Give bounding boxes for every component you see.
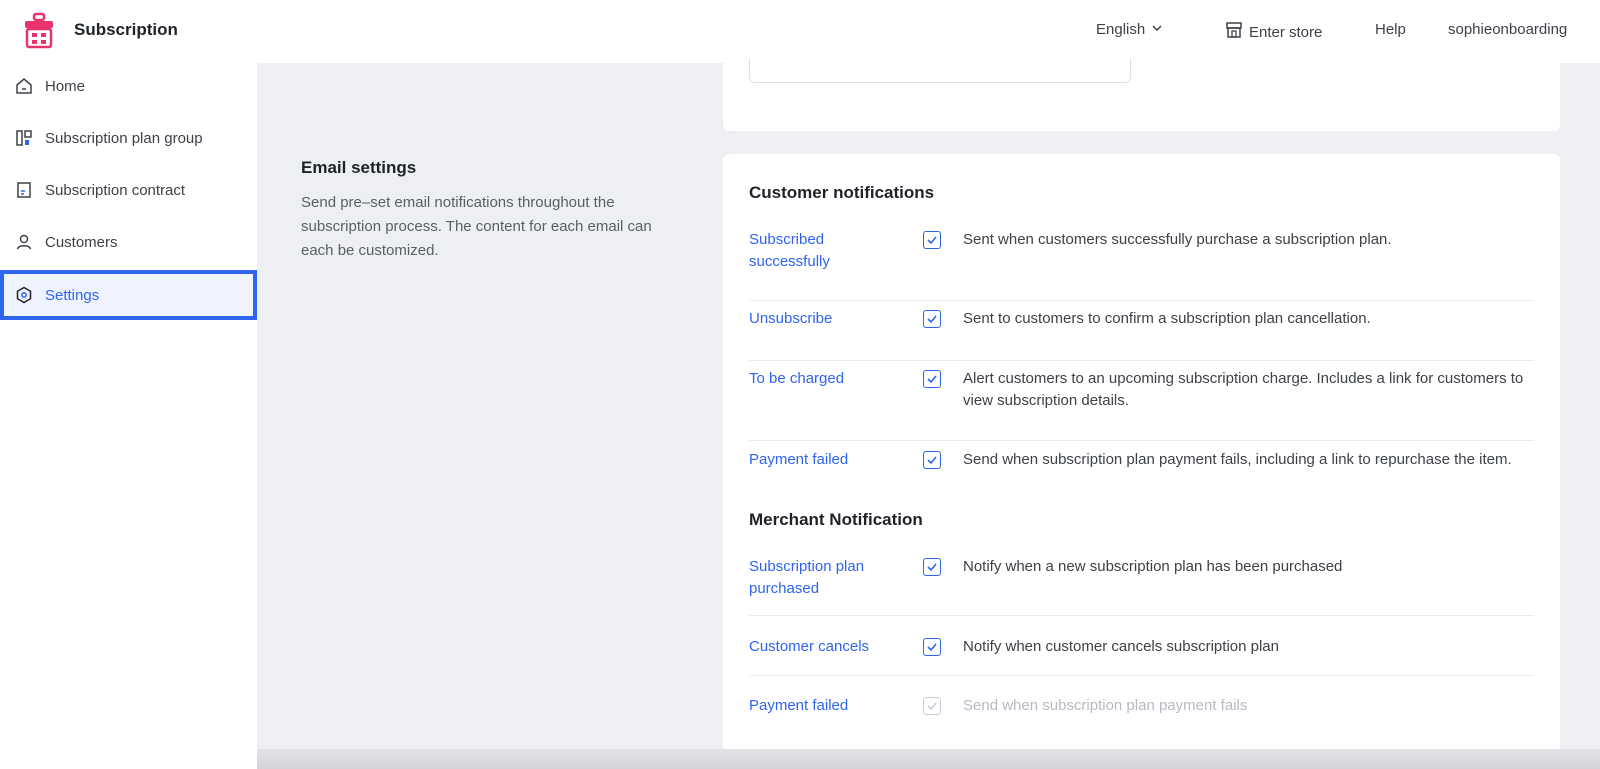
checkmark-icon — [927, 702, 937, 711]
notification-checkbox-disabled — [923, 697, 941, 715]
list-item: To be charged Alert customers to an upco… — [749, 368, 1534, 441]
sidebar-item-home[interactable]: Home — [0, 63, 257, 109]
notification-checkbox[interactable] — [923, 310, 941, 328]
email-settings-card: Customer notifications Subscribed succes… — [723, 154, 1560, 756]
app-logo-icon — [22, 12, 56, 50]
notification-description: Sent when customers successfully purchas… — [963, 231, 1392, 248]
home-icon — [15, 77, 33, 95]
sidebar-item-subscription-plan-group[interactable]: Subscription plan group — [0, 115, 257, 161]
store-icon — [1225, 21, 1243, 43]
sidebar-item-label: Home — [45, 77, 86, 95]
list-item: Customer cancels Notify when customer ca… — [749, 636, 1534, 676]
notification-description: Sent to customers to confirm a subscript… — [963, 310, 1371, 327]
chevron-down-icon — [1151, 21, 1163, 38]
top-header: Subscription English Enter store Help so… — [0, 0, 1600, 63]
list-item: Unsubscribe Sent to customers to confirm… — [749, 308, 1534, 361]
contract-icon — [15, 181, 33, 199]
bottom-shadow — [257, 749, 1600, 769]
customer-notifications-title: Customer notifications — [749, 183, 935, 202]
merchant-notifications-title: Merchant Notification — [749, 510, 923, 529]
checkmark-icon — [927, 456, 937, 465]
user-menu[interactable]: sophieonboarding — [1448, 21, 1567, 38]
user-icon — [15, 233, 33, 251]
notification-description: Send when subscription plan payment fail… — [963, 451, 1512, 468]
list-item: Subscription plan purchased Notify when … — [749, 556, 1534, 616]
list-item: Subscribed successfully Sent when custom… — [749, 229, 1534, 301]
notification-checkbox[interactable] — [923, 558, 941, 576]
list-item: Payment failed Send when subscription pl… — [749, 449, 1534, 499]
notification-link[interactable]: Customer cancels — [749, 636, 899, 658]
previous-settings-card — [723, 59, 1560, 131]
list-item: Payment failed Send when subscription pl… — [749, 695, 1534, 725]
email-settings-title: Email settings — [301, 158, 417, 177]
notification-checkbox[interactable] — [923, 638, 941, 656]
notification-link[interactable]: Subscribed successfully — [749, 229, 899, 273]
notification-link[interactable]: Unsubscribe — [749, 308, 899, 330]
enter-store-label: Enter store — [1249, 23, 1323, 41]
notification-checkbox[interactable] — [923, 231, 941, 249]
enter-store-link[interactable]: Enter store — [1225, 21, 1322, 43]
checkmark-icon — [927, 375, 937, 384]
notification-link[interactable]: Subscription plan purchased — [749, 556, 899, 600]
sidebar-item-subscription-contract[interactable]: Subscription contract — [0, 167, 257, 213]
sidebar-item-customers[interactable]: Customers — [0, 219, 257, 265]
sidebar-item-label: Settings — [45, 286, 100, 304]
checkmark-icon — [927, 563, 937, 572]
language-selector[interactable]: English — [1096, 21, 1163, 38]
previous-input-field[interactable] — [749, 59, 1131, 83]
checkmark-icon — [927, 643, 937, 652]
checkmark-icon — [927, 315, 937, 324]
notification-checkbox[interactable] — [923, 370, 941, 388]
sidebar-item-label: Customers — [45, 233, 118, 251]
settings-icon — [15, 286, 33, 304]
notification-link[interactable]: Payment failed — [749, 449, 899, 471]
main-content: Email settings Send pre–set email notifi… — [257, 59, 1600, 769]
sidebar-item-settings[interactable]: Settings — [0, 270, 257, 320]
sidebar-item-label: Subscription contract — [45, 181, 186, 199]
app-title: Subscription — [74, 20, 178, 39]
notification-description: Notify when a new subscription plan has … — [963, 558, 1343, 575]
notification-description: Notify when customer cancels subscriptio… — [963, 638, 1279, 655]
notification-link[interactable]: To be charged — [749, 368, 899, 390]
checkmark-icon — [927, 236, 937, 245]
language-label: English — [1096, 21, 1146, 38]
sidebar-item-label: Subscription plan group — [45, 129, 203, 147]
notification-link[interactable]: Payment failed — [749, 695, 899, 717]
notification-description: Send when subscription plan payment fail… — [963, 697, 1248, 714]
plan-group-icon — [15, 129, 33, 147]
notification-description: Alert customers to an upcoming subscript… — [963, 370, 1524, 409]
notification-checkbox[interactable] — [923, 451, 941, 469]
email-settings-description: Send pre–set email notifications through… — [301, 194, 652, 259]
sidebar: Home Subscription plan group Subscriptio… — [0, 63, 257, 769]
help-link[interactable]: Help — [1375, 21, 1406, 38]
